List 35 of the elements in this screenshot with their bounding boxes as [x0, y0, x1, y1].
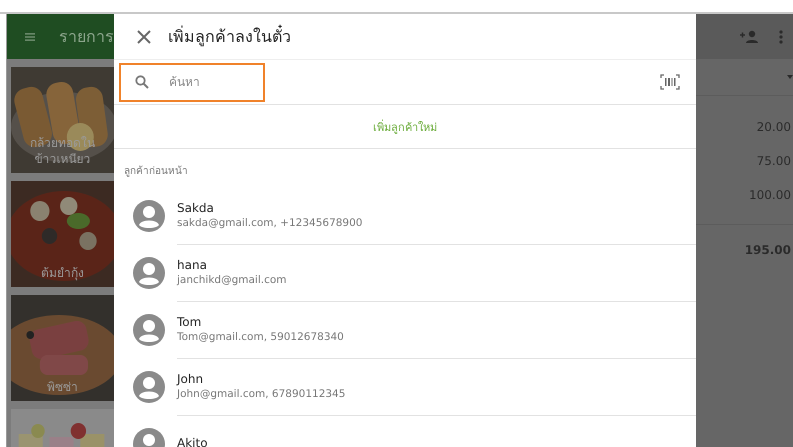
tile-label: กล้วยทอดใน ข้าวเหนียว	[29, 135, 96, 167]
customer-row[interactable]: John John@gmail.com, 67890112345	[114, 358, 696, 415]
customer-name: John	[177, 372, 204, 386]
total-amount: 195.00	[744, 242, 792, 259]
customer-name: Sakda	[177, 201, 215, 215]
customer-contact: John@gmail.com, 67890112345	[177, 388, 346, 400]
avatar-icon	[133, 370, 165, 402]
app-title: รายการ	[59, 26, 114, 48]
barcode-scan-icon[interactable]	[660, 74, 680, 90]
tile-label: ต้มยำกุ้ง	[40, 265, 85, 281]
customer-name: Akito	[177, 436, 209, 447]
menu-icon[interactable]	[25, 30, 35, 42]
avatar-icon	[133, 314, 165, 346]
customer-row[interactable]: Tom Tom@gmail.com, 59012678340	[114, 301, 696, 358]
customer-contact: sakda@gmail.com, +12345678900	[177, 217, 364, 229]
dialog-title: เพิ่มลูกค้าลงในตั๋ว	[168, 24, 291, 49]
item-price: 75.00	[756, 153, 792, 170]
customer-row[interactable]: Akito	[114, 415, 696, 447]
add-person-icon[interactable]	[739, 30, 759, 44]
customer-row[interactable]: Sakda sakda@gmail.com, +12345678900	[114, 187, 696, 244]
customer-name: hana	[177, 258, 208, 272]
avatar-icon	[133, 200, 165, 232]
customer-row[interactable]: hana janchikd@gmail.com	[114, 244, 696, 301]
customer-contact: Tom@gmail.com, 59012678340	[177, 331, 345, 343]
item-price: 100.00	[748, 187, 792, 204]
tile-label: พิซซ่า	[46, 379, 79, 395]
customer-contact: janchikd@gmail.com	[177, 274, 288, 286]
more-icon[interactable]	[779, 30, 783, 44]
section-label: ลูกค้าก่อนหน้า	[123, 164, 189, 179]
customer-name: Tom	[177, 315, 202, 329]
caret-icon[interactable]	[787, 75, 793, 79]
avatar-icon	[133, 256, 165, 288]
search-field[interactable]: ค้นหา	[119, 62, 265, 102]
search-icon	[135, 75, 149, 89]
item-price: 20.00	[756, 119, 792, 136]
